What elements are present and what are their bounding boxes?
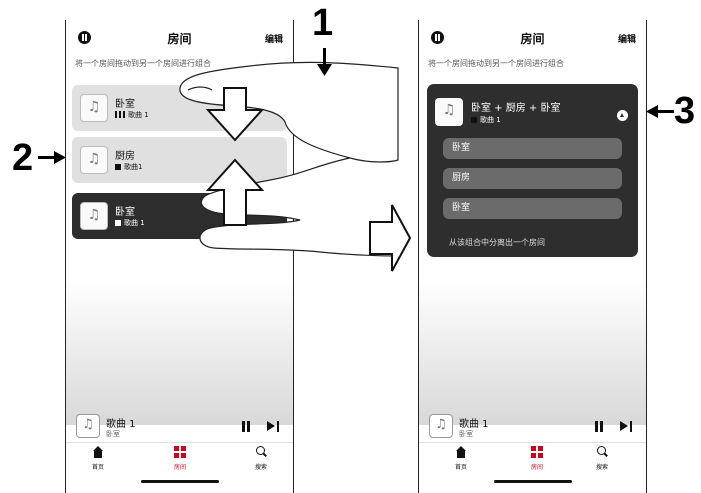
callout-number-3: 3 — [674, 90, 696, 132]
hand-illustration — [179, 61, 399, 257]
callout-2-arrow — [38, 151, 66, 164]
callout-number-2: 2 — [12, 137, 34, 179]
callout-number-1: 1 — [312, 2, 334, 44]
callout-3-arrow — [646, 105, 674, 118]
instruction-overlay — [38, 48, 674, 272]
